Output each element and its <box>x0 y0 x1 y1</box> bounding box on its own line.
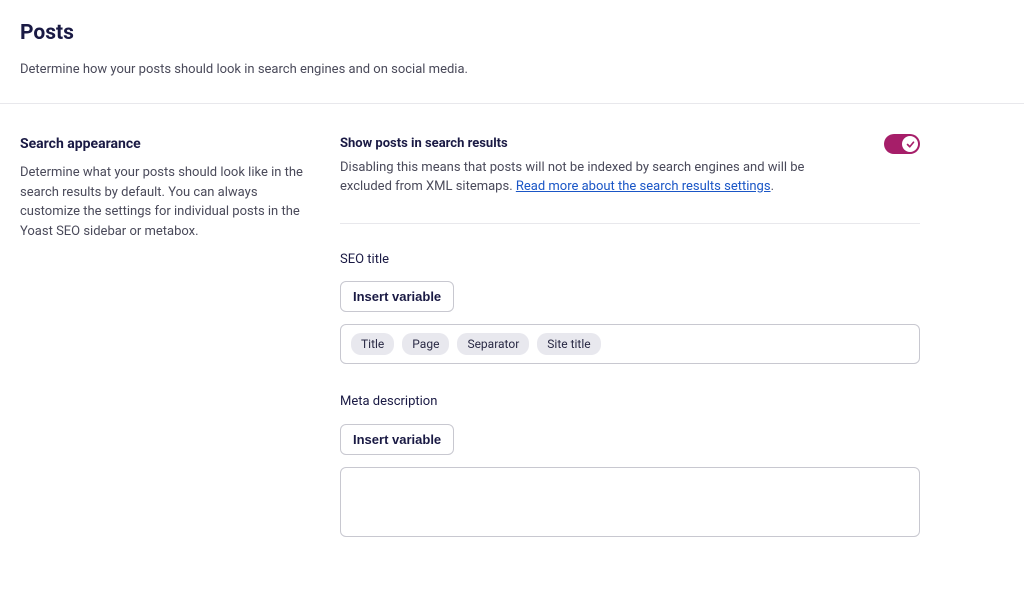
seo-title-group: SEO title Insert variable Title Page Separ… <box>340 250 920 365</box>
show-posts-toggle[interactable] <box>884 134 920 154</box>
left-column: Search appearance Determine what your po… <box>20 134 310 565</box>
meta-description-group: Meta description Insert variable <box>340 392 920 537</box>
divider <box>0 103 1024 104</box>
search-appearance-heading: Search appearance <box>20 134 310 155</box>
show-posts-setting: Show posts in search results Disabling t… <box>340 134 920 224</box>
check-icon <box>906 140 915 149</box>
show-posts-label: Show posts in search results <box>340 134 844 154</box>
toggle-knob <box>902 136 918 152</box>
meta-description-field[interactable] <box>340 467 920 537</box>
variable-pill[interactable]: Page <box>402 333 449 355</box>
page-subtitle: Determine how your posts should look in … <box>20 60 1004 80</box>
right-column: Show posts in search results Disabling t… <box>340 134 920 565</box>
meta-description-insert-variable-button[interactable]: Insert variable <box>340 424 454 455</box>
read-more-link[interactable]: Read more about the search results setti… <box>516 179 771 194</box>
seo-title-field[interactable]: Title Page Separator Site title <box>340 324 920 364</box>
content-columns: Search appearance Determine what your po… <box>20 134 1004 565</box>
meta-description-label: Meta description <box>340 392 920 412</box>
variable-pill[interactable]: Title <box>351 333 394 355</box>
show-posts-text: Show posts in search results Disabling t… <box>340 134 844 197</box>
variable-pill[interactable]: Separator <box>457 333 529 355</box>
search-appearance-description: Determine what your posts should look li… <box>20 163 310 241</box>
seo-title-insert-variable-button[interactable]: Insert variable <box>340 281 454 312</box>
show-posts-description: Disabling this means that posts will not… <box>340 158 844 197</box>
show-posts-desc-period: . <box>771 179 774 194</box>
variable-pill[interactable]: Site title <box>537 333 600 355</box>
page-title: Posts <box>20 18 1004 50</box>
seo-title-label: SEO title <box>340 250 920 270</box>
